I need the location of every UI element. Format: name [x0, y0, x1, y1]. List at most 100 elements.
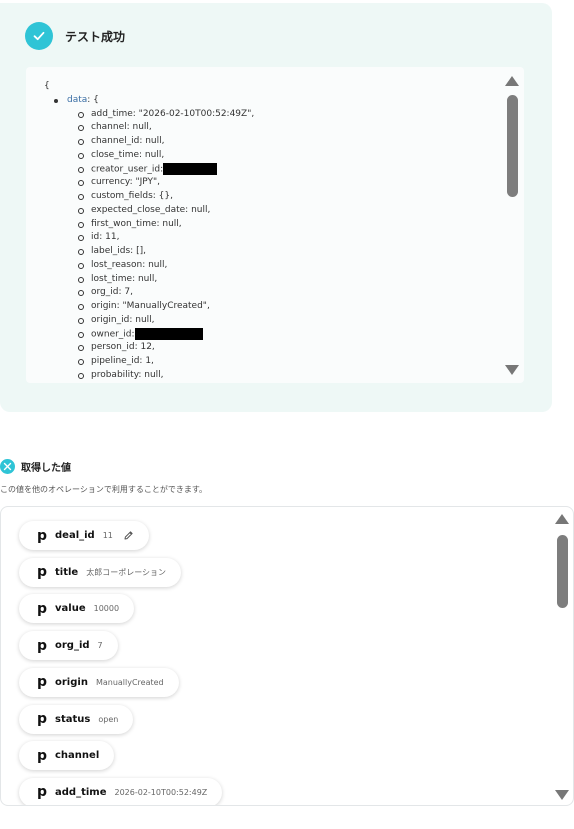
json-field-key[interactable]: person_id: [91, 342, 135, 352]
json-field-line: first_won_time: null,: [44, 218, 254, 232]
bullet-icon: [78, 276, 84, 283]
json-output-box[interactable]: { data: { add_time: "2026-02-10T00:52:49…: [26, 67, 524, 383]
bullet-icon: [78, 345, 84, 352]
value-name: channel: [55, 750, 100, 762]
json-field-key[interactable]: expected_close_date: [91, 205, 185, 215]
json-field-key[interactable]: label_ids: [91, 246, 130, 256]
property-icon: p: [37, 564, 48, 581]
json-field-line: expected_close_date: null,: [44, 204, 254, 218]
property-icon: p: [37, 637, 48, 654]
json-field-key[interactable]: owner_id: [91, 329, 132, 339]
value-chip-title[interactable]: p title 太郎コーポレーション: [19, 557, 182, 587]
json-field-key[interactable]: probability: [91, 370, 138, 380]
json-field-line: owner_id:: [44, 327, 254, 342]
json-field-key[interactable]: id: [91, 232, 99, 242]
json-field-value: : "ManuallyCreated",: [116, 301, 210, 311]
bullet-icon: [78, 139, 84, 145]
property-icon: p: [37, 527, 48, 544]
json-field-line: org_id: 7,: [44, 286, 254, 300]
bullet-icon: [78, 166, 84, 173]
json-field-line: label_ids: [],: [44, 245, 254, 259]
json-field-key[interactable]: origin: [91, 301, 117, 311]
json-scrollbar-thumb[interactable]: [507, 95, 518, 197]
json-field-value: : null,: [138, 369, 164, 380]
json-field-value: : null,: [129, 314, 155, 325]
json-field-line: lost_reason: null,: [44, 259, 254, 273]
bullet-icon: [78, 180, 84, 187]
value-name: value: [55, 603, 86, 615]
json-field-line: channel_id: null,: [44, 135, 254, 149]
json-field-key[interactable]: first_won_time: [91, 219, 157, 229]
value-sample: ManuallyCreated: [95, 677, 164, 687]
json-field-line: currency: "JPY",: [44, 176, 254, 190]
property-icon: p: [37, 747, 48, 764]
json-field-value: : 12,: [134, 342, 155, 353]
bullet-icon: [78, 221, 84, 228]
bullet-icon: [78, 359, 84, 365]
json-open-brace: {: [44, 81, 50, 91]
values-scroll-down-arrow[interactable]: [555, 790, 569, 800]
json-field-key[interactable]: currency: [91, 177, 130, 187]
json-field-key[interactable]: custom_fields: [91, 191, 153, 201]
bullet-icon: [78, 372, 84, 379]
bullet-icon: [78, 331, 84, 338]
value-chip-status[interactable]: p status open: [19, 704, 134, 734]
bullet-icon: [78, 235, 84, 242]
json-field-key[interactable]: channel: [91, 122, 127, 132]
bullet-icon: [78, 152, 84, 159]
bullet-icon: [78, 262, 84, 269]
result-title: テスト成功: [65, 29, 126, 44]
json-field-line: lost_time: null,: [44, 273, 254, 287]
value-chip-channel[interactable]: p channel: [19, 741, 115, 771]
json-field-value: : "JPY",: [129, 177, 160, 188]
pencil-icon[interactable]: [123, 530, 134, 541]
json-field-line: probability: null,: [44, 369, 254, 383]
json-field-value: : null,: [139, 149, 165, 160]
json-field-key[interactable]: pipeline_id: [91, 356, 139, 366]
json-field-line: add_time: "2026-02-10T00:52:49Z",: [44, 108, 254, 122]
json-data-key[interactable]: data: [67, 95, 87, 105]
value-name: org_id: [55, 640, 90, 652]
value-name: title: [55, 566, 79, 578]
scroll-down-arrow[interactable]: [505, 365, 519, 375]
redacted-value: [163, 162, 218, 175]
values-scrollbar-thumb[interactable]: [557, 535, 568, 608]
value-chip-org-id[interactable]: p org_id 7: [19, 631, 118, 661]
json-field-key[interactable]: creator_user_id: [91, 164, 160, 174]
json-field-value: : null,: [185, 204, 211, 215]
json-field-value: : 11,: [99, 232, 120, 243]
values-title: 取得した値: [21, 463, 71, 474]
value-chip-value[interactable]: p value 10000: [19, 594, 135, 624]
property-icon: p: [37, 674, 48, 691]
json-field-line: close_time: null,: [44, 149, 254, 163]
sparkle-icon: [0, 459, 15, 474]
json-field-line: pipeline_id: 1,: [44, 355, 254, 369]
value-name: add_time: [55, 786, 107, 798]
values-list-box: p deal_id 11 p title 太郎コーポレーション p value 10000 p or…: [0, 506, 574, 806]
value-chip-origin[interactable]: p origin ManuallyCreated: [19, 667, 179, 697]
property-icon: p: [37, 600, 48, 617]
value-sample: 11: [102, 531, 113, 540]
json-field-key[interactable]: org_id: [91, 287, 118, 297]
bullet-icon: [78, 290, 84, 297]
bullet-icon: [78, 111, 84, 118]
property-icon: p: [37, 711, 48, 727]
value-chip-add-time[interactable]: p add_time 2026-02-10T00:52:49Z: [19, 777, 223, 805]
json-field-key[interactable]: add_time: [91, 109, 133, 119]
scroll-up-arrow[interactable]: [505, 76, 519, 86]
json-field-key[interactable]: close_time: [91, 150, 139, 160]
json-field-key[interactable]: channel_id: [91, 136, 139, 146]
json-field-key[interactable]: lost_time: [91, 274, 132, 284]
json-field-key[interactable]: origin_id: [91, 315, 129, 325]
bullet-icon: [54, 98, 58, 103]
property-icon: p: [37, 784, 48, 801]
json-field-line: id: 11,: [44, 231, 254, 245]
json-field-key[interactable]: lost_reason: [91, 260, 142, 270]
value-chip-deal-id[interactable]: p deal_id 11: [19, 521, 149, 550]
values-description: この値を他のオペレーションで利用することができます。: [0, 485, 208, 494]
redacted-value: [134, 327, 203, 340]
check-icon: [25, 22, 53, 50]
values-scroll-up-arrow[interactable]: [555, 514, 569, 524]
json-field-value: : null,: [139, 136, 165, 146]
json-field-value: : {},: [152, 191, 173, 201]
